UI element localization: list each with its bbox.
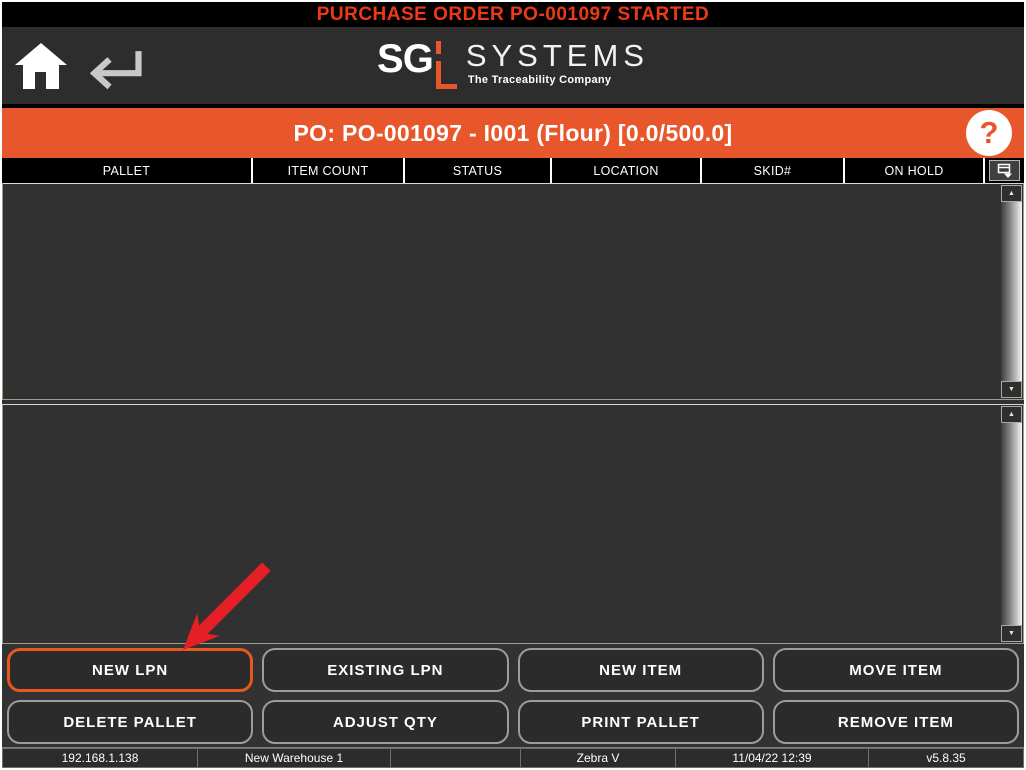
po-title-bar: PO: PO-001097 - I001 (Flour) [0.0/500.0]… bbox=[2, 108, 1024, 158]
scroll-up-button[interactable]: ▲ bbox=[1001, 406, 1022, 423]
status-spare bbox=[391, 748, 521, 768]
detail-list-panel[interactable]: ▲ ▼ bbox=[2, 404, 1024, 644]
logo-systems-text: SYSTEMS bbox=[466, 40, 649, 71]
alert-banner: PURCHASE ORDER PO-001097 STARTED bbox=[2, 2, 1024, 27]
help-button[interactable]: ? bbox=[966, 110, 1012, 156]
column-chooser-button[interactable] bbox=[989, 160, 1020, 181]
status-version: v5.8.35 bbox=[869, 748, 1024, 768]
pallet-list-scrollbar: ▲ ▼ bbox=[1001, 185, 1022, 398]
status-datetime: 11/04/22 12:39 bbox=[676, 748, 869, 768]
logo-sg-text: SG bbox=[377, 37, 433, 81]
scrollbar-track[interactable] bbox=[1001, 423, 1022, 625]
remove-item-button[interactable]: REMOVE ITEM bbox=[773, 700, 1019, 744]
status-warehouse: New Warehouse 1 bbox=[198, 748, 391, 768]
scroll-up-icon: ▲ bbox=[1008, 190, 1015, 197]
scroll-up-icon: ▲ bbox=[1008, 411, 1015, 418]
column-chooser-icon bbox=[997, 163, 1013, 178]
scrollbar-track[interactable] bbox=[1001, 202, 1022, 381]
alert-banner-text: PURCHASE ORDER PO-001097 STARTED bbox=[317, 4, 710, 26]
print-pallet-button[interactable]: PRINT PALLET bbox=[518, 700, 764, 744]
logo-tagline: The Traceability Company bbox=[466, 74, 649, 86]
po-title: PO: PO-001097 - I001 (Flour) [0.0/500.0] bbox=[294, 120, 733, 147]
adjust-qty-button[interactable]: ADJUST QTY bbox=[262, 700, 508, 744]
action-button-grid: NEW LPN EXISTING LPN NEW ITEM MOVE ITEM … bbox=[7, 648, 1019, 744]
new-lpn-button[interactable]: NEW LPN bbox=[7, 648, 253, 692]
column-header-skid[interactable]: SKID# bbox=[702, 158, 845, 183]
column-chooser-cell bbox=[985, 158, 1024, 183]
column-header-on-hold[interactable]: ON HOLD bbox=[845, 158, 985, 183]
pallet-table-header: PALLET ITEM COUNT STATUS LOCATION SKID# … bbox=[2, 158, 1024, 183]
detail-list-scrollbar: ▲ ▼ bbox=[1001, 406, 1022, 642]
status-device: Zebra V bbox=[521, 748, 676, 768]
sg-systems-logo: SG SYSTEMS The Traceability Company bbox=[2, 37, 1024, 93]
column-header-item-count[interactable]: ITEM COUNT bbox=[253, 158, 405, 183]
scroll-down-icon: ▼ bbox=[1008, 386, 1015, 393]
help-icon: ? bbox=[980, 115, 999, 151]
existing-lpn-button[interactable]: EXISTING LPN bbox=[262, 648, 508, 692]
status-ip-address: 192.168.1.138 bbox=[2, 748, 198, 768]
app-header: SG SYSTEMS The Traceability Company bbox=[2, 27, 1024, 104]
column-header-pallet[interactable]: PALLET bbox=[2, 158, 253, 183]
column-header-location[interactable]: LOCATION bbox=[552, 158, 702, 183]
logo-bracket-icon bbox=[436, 37, 458, 93]
scroll-down-button[interactable]: ▼ bbox=[1001, 381, 1022, 398]
scroll-down-icon: ▼ bbox=[1008, 630, 1015, 637]
new-item-button[interactable]: NEW ITEM bbox=[518, 648, 764, 692]
scroll-up-button[interactable]: ▲ bbox=[1001, 185, 1022, 202]
scroll-down-button[interactable]: ▼ bbox=[1001, 625, 1022, 642]
delete-pallet-button[interactable]: DELETE PALLET bbox=[7, 700, 253, 744]
status-bar: 192.168.1.138 New Warehouse 1 Zebra V 11… bbox=[2, 747, 1024, 768]
pallet-list-panel[interactable]: ▲ ▼ bbox=[2, 183, 1024, 400]
move-item-button[interactable]: MOVE ITEM bbox=[773, 648, 1019, 692]
column-header-status[interactable]: STATUS bbox=[405, 158, 552, 183]
